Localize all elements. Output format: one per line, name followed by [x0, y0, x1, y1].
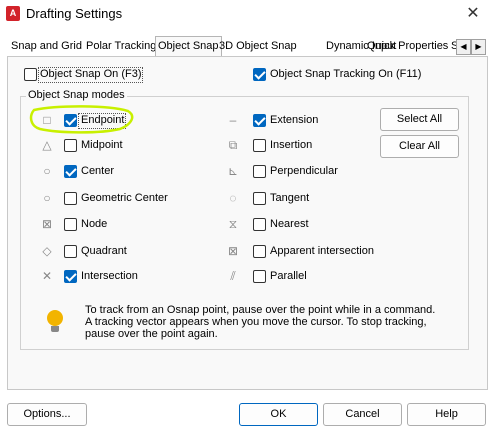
tangent-icon: ◌ [229, 191, 237, 205]
endpoint-highlight-annotation [29, 105, 134, 134]
perpendicular-icon: ⊾ [227, 164, 239, 178]
tangent-label: Tangent [270, 192, 310, 204]
options-button[interactable]: Options... [7, 403, 87, 426]
ok-button[interactable]: OK [239, 403, 318, 426]
perpendicular-label: Perpendicular [270, 165, 338, 177]
insertion-checkbox[interactable] [253, 139, 266, 152]
nearest-icon: ⧖ [228, 217, 238, 231]
insertion-icon: ⧉ [228, 138, 238, 152]
tab-quick-properties[interactable]: Quick Properties [367, 39, 448, 56]
extension-checkbox[interactable] [253, 114, 266, 127]
autocad-app-icon: A [6, 6, 20, 21]
parallel-checkbox[interactable] [253, 270, 266, 283]
intersection-label: Intersection [81, 270, 138, 282]
tab-scroll-right-icon[interactable]: ▶ [471, 39, 486, 55]
center-checkbox[interactable] [64, 165, 77, 178]
insertion-label: Insertion [270, 139, 313, 151]
geometric-center-label: Geometric Center [81, 192, 168, 204]
nearest-label: Nearest [270, 218, 309, 230]
midpoint-icon: △ [42, 138, 52, 152]
tab-snap-and-grid[interactable]: Snap and Grid [11, 39, 82, 56]
extension-icon: – [229, 113, 237, 127]
cancel-button[interactable]: Cancel [323, 403, 402, 426]
intersection-checkbox[interactable] [64, 270, 77, 283]
geometric-center-icon: ○ [43, 191, 51, 205]
nearest-checkbox[interactable] [253, 218, 266, 231]
node-icon: ⊠ [41, 217, 53, 231]
object-snap-tracking-label: Object Snap Tracking On (F11) [270, 68, 422, 80]
tab-polar-tracking[interactable]: Polar Tracking [86, 39, 156, 56]
object-snap-tracking-checkbox[interactable] [253, 68, 266, 81]
quadrant-icon: ◇ [42, 244, 52, 258]
tip-text-line-3: pause over the point again. [85, 328, 218, 340]
close-icon[interactable]: ✕ [461, 2, 485, 26]
apparent-intersection-icon: ⊠ [227, 244, 239, 258]
apparent-intersection-label: Apparent intersection [270, 245, 374, 257]
node-checkbox[interactable] [64, 218, 77, 231]
clear-all-button[interactable]: Clear All [380, 135, 459, 158]
intersection-icon: ✕ [41, 269, 53, 283]
tip-text-line-1: To track from an Osnap point, pause over… [85, 304, 436, 316]
lightbulb-icon [47, 310, 63, 332]
title-bar: A Drafting Settings ✕ [0, 0, 493, 28]
object-snap-modes-title: Object Snap modes [26, 89, 127, 102]
quadrant-checkbox[interactable] [64, 245, 77, 258]
extension-label: Extension [270, 114, 319, 126]
quadrant-label: Quadrant [81, 245, 127, 257]
window-title: Drafting Settings [26, 6, 123, 21]
center-icon: ○ [43, 164, 51, 178]
parallel-label: Parallel [270, 270, 307, 282]
tab-3d-object-snap[interactable]: 3D Object Snap [219, 39, 297, 56]
tab-object-snap[interactable]: Object Snap [155, 36, 222, 57]
geometric-center-checkbox[interactable] [64, 192, 77, 205]
object-snap-on-checkbox[interactable] [24, 68, 37, 81]
select-all-button[interactable]: Select All [380, 108, 459, 131]
object-snap-on-label: Object Snap On (F3) [40, 68, 142, 80]
midpoint-label: Midpoint [81, 139, 123, 151]
tangent-checkbox[interactable] [253, 192, 266, 205]
tip-text-line-2: A tracking vector appears when you move … [85, 316, 427, 328]
apparent-intersection-checkbox[interactable] [253, 245, 266, 258]
midpoint-checkbox[interactable] [64, 139, 77, 152]
parallel-icon: ⫽ [230, 269, 236, 283]
tab-scroll-left-icon[interactable]: ◀ [456, 39, 471, 55]
center-label: Center [81, 165, 115, 177]
perpendicular-checkbox[interactable] [253, 165, 266, 178]
tab-strip: Snap and Grid Polar Tracking Object Snap… [0, 36, 493, 57]
help-button[interactable]: Help [407, 403, 486, 426]
node-label: Node [81, 218, 108, 230]
